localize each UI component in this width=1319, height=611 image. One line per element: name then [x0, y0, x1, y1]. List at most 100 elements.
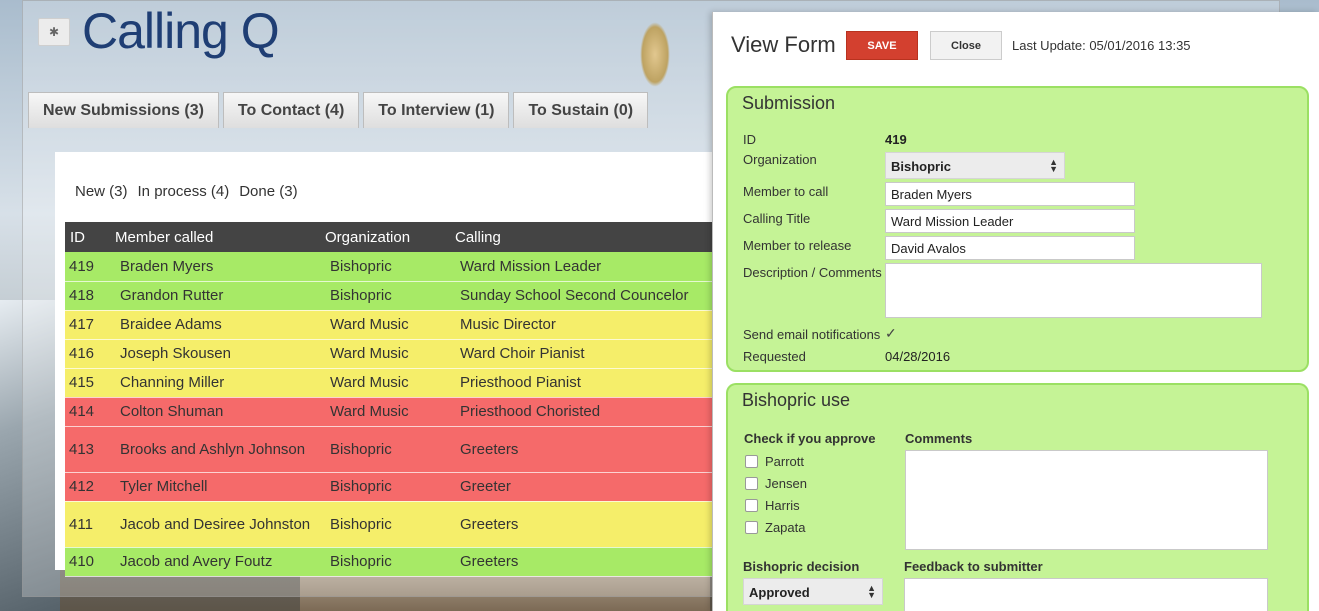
cell-calling: Greeters	[450, 547, 715, 577]
last-update: Last Update: 05/01/2016 13:35	[1012, 38, 1191, 53]
feedback-textarea[interactable]	[904, 578, 1268, 611]
cell-id: 413	[65, 426, 110, 473]
tab-to-interview[interactable]: To Interview (1)	[363, 92, 510, 128]
decision-select[interactable]: Approved ▲ ▼	[743, 578, 883, 605]
cell-calling: Greeter	[450, 472, 715, 502]
feedback-label: Feedback to submitter	[904, 559, 1043, 574]
select-arrow-icon: ▲ ▼	[1049, 157, 1058, 174]
settings-button[interactable]: ✱	[38, 18, 70, 46]
table-row[interactable]: 414 Colton Shuman Ward Music Priesthood Cho…	[65, 397, 715, 427]
organization-label: Organization	[743, 152, 817, 167]
column-header-member[interactable]: Member called	[110, 222, 320, 252]
table-row[interactable]: 413 Brooks and Ashlyn Johnson Bishopric Gre…	[65, 426, 715, 473]
table-row[interactable]: 410 Jacob and Avery Foutz Bishopric Greeter…	[65, 547, 715, 577]
cell-id: 415	[65, 368, 110, 398]
table-row[interactable]: 419 Braden Myers Bishopric Ward Mission Lea…	[65, 252, 715, 282]
approver-name: Zapata	[765, 520, 806, 535]
cell-calling: Music Director	[450, 310, 715, 340]
cell-calling: Ward Mission Leader	[450, 252, 715, 282]
cell-organization: Bishopric	[320, 252, 450, 282]
submission-card: Submission ID 419 Organization Bishopric…	[726, 86, 1309, 372]
cell-organization: Ward Music	[320, 368, 450, 398]
requested-value: 04/28/2016	[885, 349, 951, 364]
member-to-release-input[interactable]: David Avalos	[885, 236, 1135, 260]
save-button[interactable]: SAVE	[846, 31, 918, 60]
member-to-call-label: Member to call	[743, 184, 829, 199]
bishopric-card: Bishopric use Check if you approve Comme…	[726, 383, 1309, 611]
cell-member: Jacob and Avery Foutz	[110, 547, 320, 577]
cell-id: 419	[65, 252, 110, 282]
table-row[interactable]: 418 Grandon Rutter Bishopric Sunday School …	[65, 281, 715, 311]
tab-to-sustain[interactable]: To Sustain (0)	[513, 92, 649, 128]
cell-member: Brooks and Ashlyn Johnson	[110, 426, 320, 473]
cell-member: Jacob and Desiree Johnston	[110, 501, 320, 548]
filter-in-process[interactable]: In process (4)	[138, 183, 230, 200]
cell-id: 410	[65, 547, 110, 577]
filter-done[interactable]: Done (3)	[239, 183, 297, 200]
cell-member: Braidee Adams	[110, 310, 320, 340]
cell-calling: Greeters	[450, 501, 715, 548]
approve-checkbox-zapata[interactable]	[745, 521, 758, 534]
cell-member: Tyler Mitchell	[110, 472, 320, 502]
email-notifications-label: Send email notifications	[743, 327, 881, 342]
approver-name: Parrott	[765, 454, 805, 469]
column-header-id[interactable]: ID	[65, 222, 110, 252]
tab-to-contact[interactable]: To Contact (4)	[222, 92, 360, 128]
cell-organization: Bishopric	[320, 472, 450, 502]
cell-calling: Sunday School Second Councelor	[450, 281, 715, 311]
cell-organization: Bishopric	[320, 281, 450, 311]
view-form-panel: View Form SAVE Close Last Update: 05/01/…	[712, 12, 1319, 611]
cell-member: Joseph Skousen	[110, 339, 320, 369]
bishopric-title: Bishopric use	[742, 390, 851, 410]
submissions-table: ID Member called Organization Calling 41…	[65, 222, 715, 577]
tab-new-submissions[interactable]: New Submissions (3)	[28, 92, 219, 128]
approve-label: Check if you approve	[744, 431, 876, 446]
cell-organization: Ward Music	[320, 339, 450, 369]
cell-member: Colton Shuman	[110, 397, 320, 427]
cell-calling: Ward Choir Pianist	[450, 339, 715, 369]
column-header-organization[interactable]: Organization	[320, 222, 450, 252]
email-notifications-checkbox[interactable]: ✓	[885, 325, 897, 342]
cell-member: Channing Miller	[110, 368, 320, 398]
gear-icon: ✱	[48, 25, 60, 39]
table-row[interactable]: 415 Channing Miller Ward Music Priesthood P…	[65, 368, 715, 398]
table-row[interactable]: 412 Tyler Mitchell Bishopric Greeter	[65, 472, 715, 502]
approve-checkbox-harris[interactable]	[745, 499, 758, 512]
decision-select-value: Approved	[749, 585, 810, 600]
approve-checkbox-jensen[interactable]	[745, 477, 758, 490]
cell-calling: Priesthood Choristed	[450, 397, 715, 427]
column-header-calling[interactable]: Calling	[450, 222, 715, 252]
cell-organization: Ward Music	[320, 310, 450, 340]
calling-title-input[interactable]: Ward Mission Leader	[885, 209, 1135, 233]
approver-name: Jensen	[765, 476, 807, 491]
filter-links: New (3) In process (4) Done (3)	[75, 183, 298, 200]
cell-calling: Priesthood Pianist	[450, 368, 715, 398]
organization-select-value: Bishopric	[891, 159, 951, 174]
decision-label: Bishopric decision	[743, 559, 860, 574]
table-row[interactable]: 416 Joseph Skousen Ward Music Ward Choir Pi…	[65, 339, 715, 369]
organization-select[interactable]: Bishopric ▲ ▼	[885, 152, 1065, 179]
description-textarea[interactable]	[885, 263, 1262, 318]
approve-checkbox-parrott[interactable]	[745, 455, 758, 468]
table-row[interactable]: 417 Braidee Adams Ward Music Music Director	[65, 310, 715, 340]
cell-organization: Ward Music	[320, 397, 450, 427]
cell-id: 411	[65, 501, 110, 548]
table-row[interactable]: 411 Jacob and Desiree Johnston Bishopric Gr…	[65, 501, 715, 548]
comments-textarea[interactable]	[905, 450, 1268, 550]
table-header-row: ID Member called Organization Calling	[65, 222, 715, 252]
cell-organization: Bishopric	[320, 547, 450, 577]
cell-id: 416	[65, 339, 110, 369]
approver-name: Harris	[765, 498, 800, 513]
requested-label: Requested	[743, 349, 806, 364]
cell-id: 417	[65, 310, 110, 340]
filter-new[interactable]: New (3)	[75, 183, 128, 200]
member-to-call-input[interactable]: Braden Myers	[885, 182, 1135, 206]
submission-title: Submission	[742, 93, 836, 113]
calling-title-label: Calling Title	[743, 211, 811, 226]
cell-id: 412	[65, 472, 110, 502]
panel-title: View Form	[731, 32, 836, 57]
member-to-release-label: Member to release	[743, 238, 852, 253]
cell-member: Grandon Rutter	[110, 281, 320, 311]
cell-calling: Greeters	[450, 426, 715, 473]
close-button[interactable]: Close	[930, 31, 1002, 60]
